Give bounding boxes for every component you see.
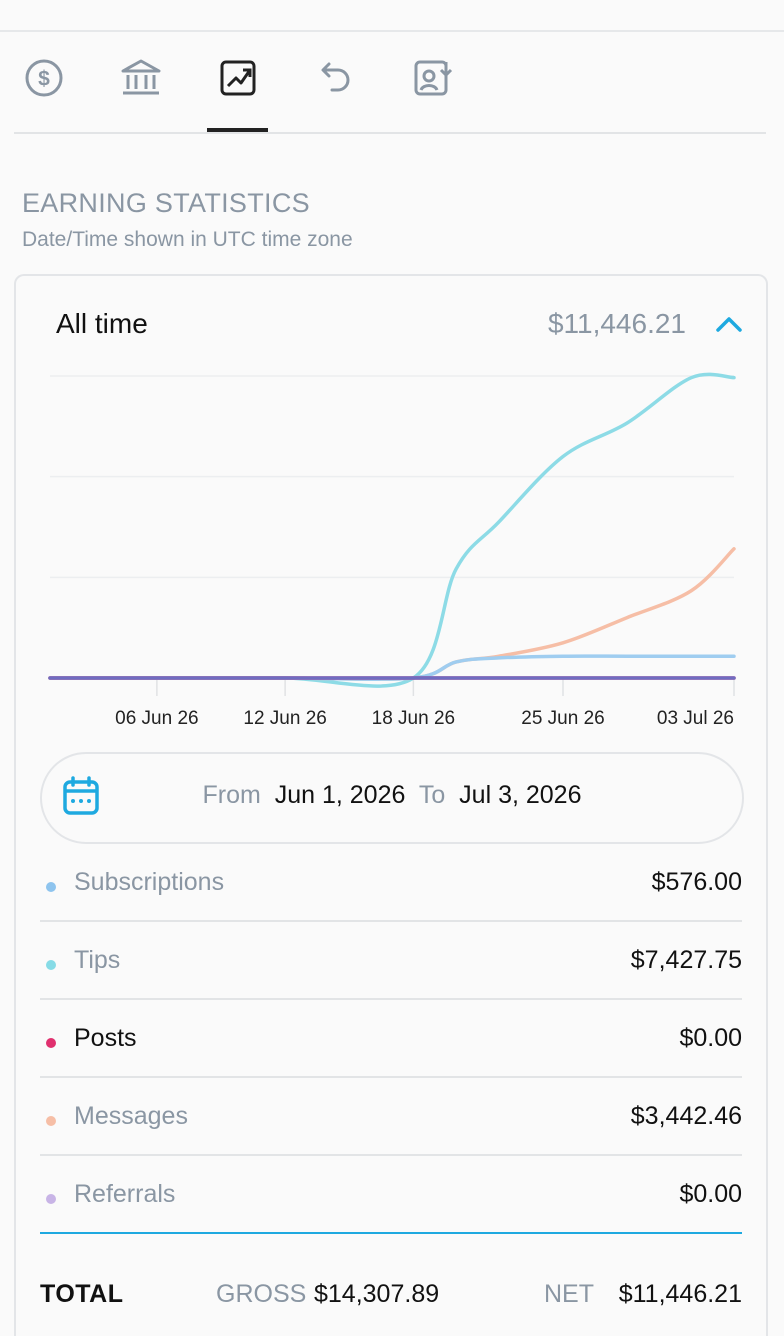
net-value: $11,446.21 <box>618 1280 742 1308</box>
breakdown-row-referrals[interactable]: Referrals $0.00 <box>40 1156 742 1234</box>
breakdown-label: Tips <box>74 946 121 974</box>
breakdown-amount: $3,442.46 <box>630 1102 742 1130</box>
to-label: To <box>418 781 446 809</box>
statistics-card: All time $11,446.21 06 Jun 26 12 Jun 26 18… <box>14 274 768 1336</box>
x-tick-label: 06 Jun 26 <box>115 708 198 729</box>
x-tick-label: 25 Jun 26 <box>521 708 604 729</box>
trending-chart-icon <box>220 60 256 96</box>
breakdown-label: Posts <box>74 1024 137 1052</box>
date-range-text: From Jun 1, 2026 To Jul 3, 2026 <box>42 781 742 810</box>
gross-value: $14,307.89 <box>314 1280 440 1308</box>
x-tick-label: 18 Jun 26 <box>372 708 455 729</box>
subscriptions-legend-dot <box>46 882 56 892</box>
net-label: NET <box>544 1280 594 1308</box>
series-line-messages <box>48 547 736 681</box>
top-bar <box>0 0 784 32</box>
from-date: Jun 1, 2026 <box>274 781 406 809</box>
tab-refunds[interactable] <box>304 54 364 102</box>
breakdown-row-subscriptions[interactable]: Subscriptions $576.00 <box>40 844 742 922</box>
breakdown-label: Messages <box>74 1102 188 1130</box>
period-label: All time <box>56 308 148 339</box>
breakdown-label: Referrals <box>74 1180 176 1208</box>
x-tick-label: 03 Jul 26 <box>657 708 734 729</box>
breakdown-amount: $576.00 <box>651 868 742 896</box>
tab-statements[interactable] <box>402 54 462 102</box>
breakdown-amount: $7,427.75 <box>630 946 742 974</box>
bank-icon <box>121 59 161 95</box>
earnings-breakdown-list: Subscriptions $576.00 Tips $7,427.75 Pos… <box>40 844 742 1234</box>
from-label: From <box>202 781 261 809</box>
breakdown-row-posts[interactable]: Posts $0.00 <box>40 1000 742 1078</box>
gross-label: GROSS <box>216 1280 307 1308</box>
breakdown-row-messages[interactable]: Messages $3,442.46 <box>40 1078 742 1156</box>
referrals-legend-dot <box>46 1194 56 1204</box>
total-row: TOTAL GROSS $14,307.89 NET $11,446.21 <box>40 1280 742 1320</box>
to-date: Jul 3, 2026 <box>459 781 582 809</box>
messages-legend-dot <box>46 1116 56 1126</box>
tab-earnings[interactable]: $ <box>14 54 74 102</box>
chevron-up-icon[interactable] <box>714 312 744 336</box>
statement-download-icon <box>414 60 453 96</box>
tab-statistics[interactable] <box>208 54 268 102</box>
tab-banking[interactable] <box>111 54 171 102</box>
undo-icon <box>321 62 350 92</box>
section-title: EARNING STATISTICS <box>22 188 310 218</box>
total-label: TOTAL <box>40 1280 124 1308</box>
active-tab-indicator <box>207 128 268 132</box>
tips-legend-dot <box>46 960 56 970</box>
breakdown-row-tips[interactable]: Tips $7,427.75 <box>40 922 742 1000</box>
earnings-line-chart: 06 Jun 26 12 Jun 26 18 Jun 26 25 Jun 26 03 J… <box>48 372 736 729</box>
series-line-subscriptions <box>48 654 736 681</box>
date-range-picker[interactable]: From Jun 1, 2026 To Jul 3, 2026 <box>40 752 744 844</box>
tab-bar: $ <box>14 32 766 134</box>
x-tick-label: 12 Jun 26 <box>243 708 326 729</box>
period-total: $11,446.21 <box>547 308 686 339</box>
breakdown-amount: $0.00 <box>679 1024 742 1052</box>
timezone-note: Date/Time shown in UTC time zone <box>22 228 353 251</box>
dollar-circle-icon: $ <box>25 59 63 97</box>
series-line-tips <box>48 372 736 688</box>
posts-legend-dot <box>46 1038 56 1048</box>
svg-text:$: $ <box>38 68 50 91</box>
breakdown-label: Subscriptions <box>74 868 225 896</box>
breakdown-amount: $0.00 <box>679 1180 742 1208</box>
